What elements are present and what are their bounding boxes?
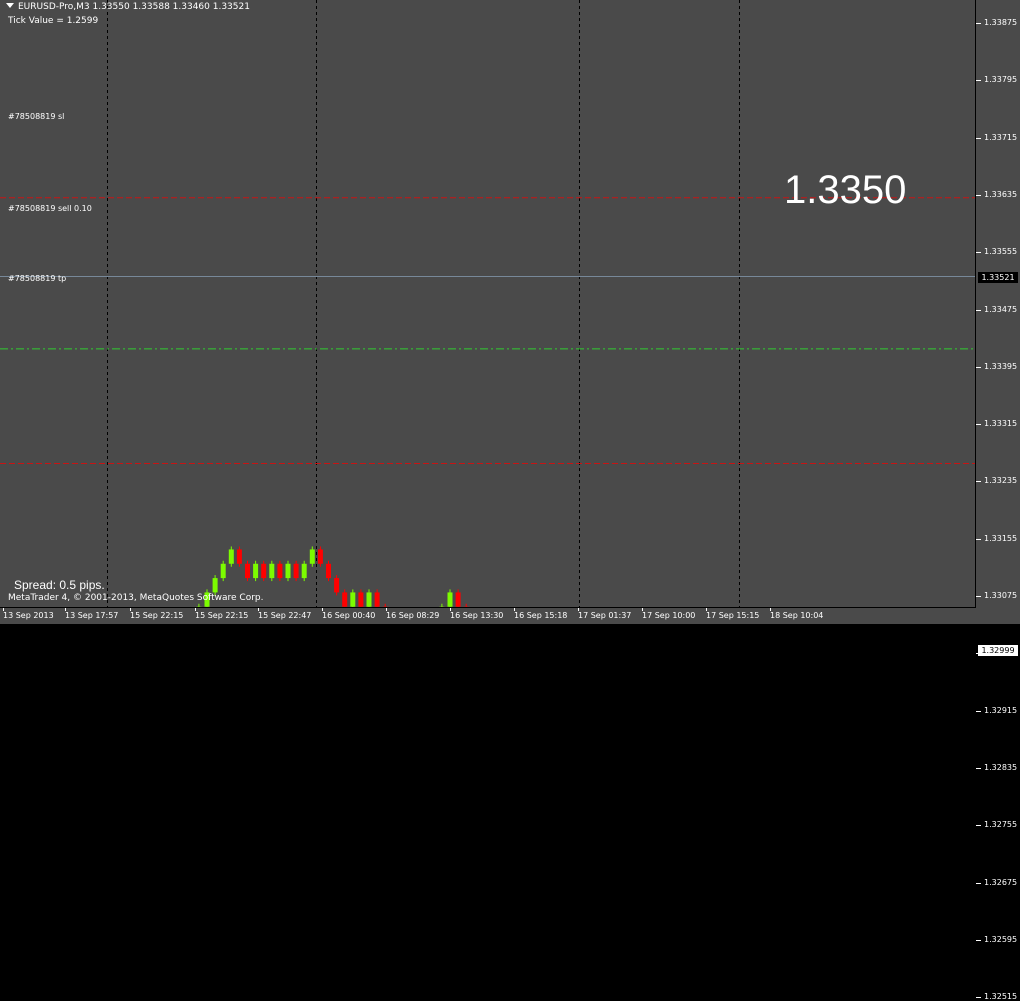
price-label: 1.33075 [984,591,1018,600]
price-tick [976,310,981,311]
price-label: 1.33395 [984,362,1018,371]
price-tick [976,195,981,196]
dropdown-triangle-icon[interactable] [6,3,14,8]
renko-brick-down [245,563,250,579]
time-label: 15 Sep 22:15 [130,611,184,620]
renko-brick-up [228,549,234,564]
time-label: 13 Sep 2013 [3,611,54,620]
price-tick [976,252,981,253]
copyright-text: MetaTrader 4, © 2001-2013, MetaQuotes So… [8,593,264,603]
time-label: 16 Sep 15:18 [514,611,568,620]
mt4-chart-window[interactable]: EURUSD-Pro,M3 1.33550 1.33588 1.33460 1.… [0,0,1020,1001]
time-axis[interactable]: 13 Sep 2013 13 Sep 17:57 15 Sep 22:15 15 Se… [0,608,976,624]
time-label: 16 Sep 00:40 [322,611,376,620]
price-tick [976,883,981,884]
renko-brick-down [455,592,461,607]
price-tick [976,481,981,482]
renko-brick-up [285,563,291,579]
tp-line-label: #78508819 tp [8,274,67,283]
renko-brick-up [366,592,372,607]
renko-brick-down [277,563,283,579]
price-label: 1.32515 [984,992,1018,1001]
time-label: 15 Sep 22:47 [258,611,312,620]
price-label: 1.32915 [984,706,1018,715]
renko-brick-up [301,563,307,579]
time-label: 18 Sep 10:04 [770,611,824,620]
price-tick [976,768,981,769]
price-tick [976,596,981,597]
renko-brick-up [253,563,259,579]
renko-brick-down [374,592,380,607]
price-axis[interactable]: 1.33875 1.33795 1.33715 1.33635 1.33555 1.334… [976,0,1020,1001]
renko-brick-down [317,549,323,564]
price-tick [976,711,981,712]
renko-brick-up [212,578,218,593]
tick-value-label: Tick Value = 1.2599 [8,16,99,26]
renko-brick-down [342,592,348,607]
price-label: 1.32675 [984,878,1018,887]
price-tick [976,940,981,941]
price-label: 1.33635 [984,190,1018,199]
renko-brick-down [293,563,299,579]
chart-overlay [0,0,975,607]
renko-brick-down [326,563,331,579]
price-tick [976,825,981,826]
current-price-label: 1.33521 [978,272,1018,283]
renko-brick-down [261,563,267,579]
time-label: 16 Sep 08:29 [386,611,440,620]
price-label: 1.33875 [984,18,1018,27]
price-label: 1.33235 [984,476,1018,485]
renko-brick-up [309,549,315,564]
price-tick [976,539,981,540]
time-label: 17 Sep 15:15 [706,611,760,620]
time-label: 15 Sep 22:15 [195,611,249,620]
price-tick [976,23,981,24]
renko-brick-up [350,592,356,607]
white-line-price-label: 1.32999 [978,645,1018,656]
time-label: 17 Sep 10:00 [642,611,696,620]
symbol-info-text: EURUSD-Pro,M3 1.33550 1.33588 1.33460 1.… [18,2,250,12]
price-label: 1.32835 [984,763,1018,772]
renko-brick-down [358,592,364,607]
price-tick [976,367,981,368]
time-label: 17 Sep 01:37 [578,611,632,620]
price-label: 1.33715 [984,133,1018,142]
spread-label: Spread: 0.5 pips. [14,578,105,592]
price-label: 1.33315 [984,419,1018,428]
chart-plot-area[interactable]: EURUSD-Pro,M3 1.33550 1.33588 1.33460 1.… [0,0,976,608]
renko-brick-down [236,549,242,564]
price-label: 1.32755 [984,820,1018,829]
price-tick [976,80,981,81]
price-label: 1.33795 [984,75,1018,84]
price-label: 1.33155 [984,534,1018,543]
symbol-header[interactable]: EURUSD-Pro,M3 1.33550 1.33588 1.33460 1.… [6,2,250,12]
price-label: 1.33475 [984,305,1018,314]
renko-brick-up [269,563,275,579]
renko-brick-down [334,578,340,593]
price-label: 1.33555 [984,247,1018,256]
price-tick [976,138,981,139]
price-tick [976,424,981,425]
sl-line-label: #78508819 sl [8,112,65,121]
price-tick [976,997,981,998]
big-price-display: 1.3350 [784,168,907,212]
renko-brick-up [220,563,226,579]
sell-line-label: #78508819 sell 0.10 [8,204,92,213]
price-label: 1.32595 [984,935,1018,944]
time-label: 16 Sep 13:30 [450,611,504,620]
renko-brick-up [447,592,453,607]
time-label: 13 Sep 17:57 [65,611,119,620]
